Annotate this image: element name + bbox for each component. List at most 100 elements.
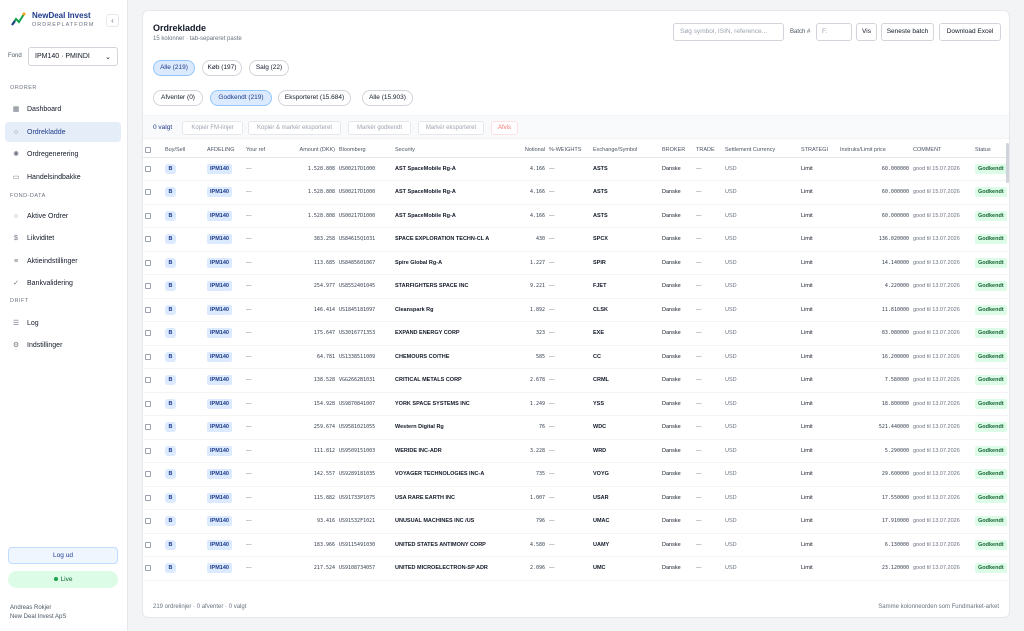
cell-trade: — bbox=[694, 415, 723, 440]
select-all-checkbox[interactable] bbox=[145, 146, 151, 153]
column-header[interactable]: AFDELING bbox=[205, 143, 244, 158]
status-value: Godkendt bbox=[975, 281, 1007, 292]
vis-button[interactable]: Vis bbox=[856, 23, 877, 41]
column-header[interactable]: STRATEGI bbox=[799, 143, 838, 158]
table-row[interactable]: B IPM140 — 138.528 VGG2662B1031 CRITICAL META… bbox=[143, 368, 1009, 393]
table-row[interactable]: B IPM140 — 383.258 US84615Q1031 SPACE EXPLORA… bbox=[143, 227, 1009, 252]
row-checkbox[interactable] bbox=[145, 494, 151, 501]
cell-bbg: US9581021055 bbox=[337, 415, 393, 440]
search-input[interactable]: Søg symbol, ISIN, reference... bbox=[673, 23, 784, 41]
user-info: Andreas Rokjer New Deal Invest ApS bbox=[10, 604, 66, 622]
table-row[interactable]: B IPM140 — 175.647 US3016771353 EXPAND ENERGY… bbox=[143, 321, 1009, 346]
table-row[interactable]: B IPM140 — 64.781 US1338511009 CHEMOURS CO/TH… bbox=[143, 345, 1009, 369]
cell-ref: — bbox=[244, 298, 284, 322]
mark-approved-button[interactable]: Markér godkendt bbox=[348, 121, 411, 135]
sidebar-item-likviditet[interactable]: $ Likviditet bbox=[5, 228, 121, 248]
table-row[interactable]: B IPM140 — 113.685 US8485601067 Spire Global … bbox=[143, 251, 1009, 275]
reject-button[interactable]: Afvis bbox=[491, 121, 518, 135]
status-filter-0[interactable]: Afventer (0) bbox=[153, 90, 203, 106]
column-header[interactable]: Amount (DKK) bbox=[284, 143, 337, 158]
column-header[interactable]: Exchange/Symbol bbox=[591, 143, 660, 158]
column-header[interactable]: COMMENT bbox=[911, 143, 973, 158]
row-checkbox[interactable] bbox=[145, 518, 151, 525]
sidebar-item-handelsindbakke[interactable]: ▭ Handelsindbakke bbox=[5, 167, 121, 187]
table-row[interactable]: B IPM140 — 1.528.808 US00217D1000 AST SpaceMo… bbox=[143, 180, 1009, 205]
logout-button[interactable]: Log ud bbox=[8, 547, 118, 564]
table-row[interactable]: B IPM140 — 183.966 US9115491030 UNITED STATES… bbox=[143, 533, 1009, 557]
column-header[interactable]: Your ref bbox=[244, 143, 284, 158]
cell-sym: USAR bbox=[591, 486, 660, 510]
table-row[interactable]: B IPM140 — 115.882 US91733P1075 USA RARE EART… bbox=[143, 486, 1009, 510]
cell-status: Godkendt bbox=[973, 439, 1009, 463]
table-row[interactable]: B IPM140 — 146.414 US1845181097 Cleanspark Rg… bbox=[143, 298, 1009, 322]
sidebar-item-aktieindstillinger[interactable]: ≡ Aktieindstillinger bbox=[5, 251, 121, 271]
batch-input[interactable]: F. bbox=[816, 23, 852, 41]
sidebar-item-dashboard[interactable]: ▦ Dashboard bbox=[5, 99, 121, 119]
column-header[interactable]: Bloomberg bbox=[337, 143, 393, 158]
sym-value: CLSK bbox=[593, 306, 608, 313]
row-checkbox[interactable] bbox=[145, 189, 151, 196]
side-filter-1[interactable]: Køb (197) bbox=[202, 60, 242, 76]
row-checkbox[interactable] bbox=[145, 165, 151, 172]
row-checkbox[interactable] bbox=[145, 353, 151, 360]
sidebar-item-ordregenerering[interactable]: ✺ Ordregenerering bbox=[5, 144, 121, 164]
download-excel-button[interactable]: Download Excel bbox=[939, 23, 1001, 41]
table-row[interactable]: B IPM140 — 111.812 US9509151003 WERIDE INC-AD… bbox=[143, 439, 1009, 463]
copy-mark-exported-button[interactable]: Kopiér & markér eksporteret bbox=[248, 121, 341, 135]
table-row[interactable]: B IPM140 — 154.928 US9870841007 YORK SPACE SY… bbox=[143, 392, 1009, 416]
cell-ref: — bbox=[244, 509, 284, 534]
sym-value: CRML bbox=[593, 377, 609, 384]
table-row[interactable]: B IPM140 — 1.528.808 US00217D1000 AST SpaceMo… bbox=[143, 157, 1009, 181]
side-filter-2[interactable]: Salg (22) bbox=[249, 60, 289, 76]
row-checkbox[interactable] bbox=[145, 236, 151, 243]
row-checkbox[interactable] bbox=[145, 330, 151, 337]
sidebar-item-bankvalidering[interactable]: ✓ Bankvalidering bbox=[5, 273, 121, 293]
status-filter-1[interactable]: Godkendt (219) bbox=[210, 90, 272, 106]
row-checkbox[interactable] bbox=[145, 306, 151, 313]
row-checkbox[interactable] bbox=[145, 541, 151, 548]
table-row[interactable]: B IPM140 — 254.977 US8552401045 STARFIGHTERS … bbox=[143, 274, 1009, 299]
side-filter-0[interactable]: Alle (219) bbox=[153, 60, 195, 76]
row-checkbox[interactable] bbox=[145, 283, 151, 290]
column-header[interactable]: %-WEIGHTS bbox=[547, 143, 591, 158]
row-checkbox[interactable] bbox=[145, 377, 151, 384]
column-header[interactable]: Status bbox=[973, 143, 1009, 158]
row-checkbox[interactable] bbox=[145, 471, 151, 478]
sidebar-item-ordrekladde[interactable]: ○ Ordrekladde bbox=[5, 122, 121, 142]
sidebar-item-aktive-ordrer[interactable]: ○ Aktive Ordrer bbox=[5, 206, 121, 226]
table-row[interactable]: B IPM140 — 1.528.808 US00217D1000 AST SpaceMo… bbox=[143, 204, 1009, 228]
column-header[interactable]: Instruks/Limit price bbox=[838, 143, 911, 158]
row-checkbox[interactable] bbox=[145, 447, 151, 454]
strat-value: Limit bbox=[801, 283, 813, 290]
strat-value: Limit bbox=[801, 259, 813, 266]
status-filter-2[interactable]: Eksporteret (15.684) bbox=[278, 90, 351, 106]
cell-status: Godkendt bbox=[973, 321, 1009, 346]
status-filter-3[interactable]: Alle (15.903) bbox=[362, 90, 413, 106]
row-checkbox[interactable] bbox=[145, 424, 151, 431]
row-checkbox[interactable] bbox=[145, 259, 151, 266]
trade-value: — bbox=[696, 541, 702, 548]
collapse-sidebar-button[interactable]: ‹ bbox=[106, 14, 119, 27]
mark-exported-button[interactable]: Markér eksporteret bbox=[418, 121, 484, 135]
row-checkbox[interactable] bbox=[145, 212, 151, 219]
column-header[interactable]: TRADE bbox=[694, 143, 723, 158]
table-row[interactable]: B IPM140 — 142.557 US9289181035 VOYAGER TECHN… bbox=[143, 462, 1009, 487]
latest-batch-button[interactable]: Seneste batch bbox=[881, 23, 934, 41]
table-scrollbar[interactable] bbox=[1006, 143, 1009, 183]
weights-value: — bbox=[549, 189, 555, 196]
copy-fm-button[interactable]: Kopiér FM-linjer bbox=[182, 121, 243, 135]
column-header[interactable]: Buy/Sell bbox=[163, 143, 205, 158]
row-checkbox[interactable] bbox=[145, 565, 151, 572]
row-checkbox[interactable] bbox=[145, 400, 151, 407]
table-row[interactable]: B IPM140 — 217.524 US9108734057 UNITED MICROE… bbox=[143, 556, 1009, 581]
sidebar-item-indstillinger[interactable]: ⚙ Indstillinger bbox=[5, 335, 121, 355]
cell-ccy: USD bbox=[723, 486, 799, 510]
column-header[interactable]: BROKER bbox=[660, 143, 694, 158]
fond-select[interactable]: IPM140 · PMINDI ⌄ bbox=[28, 47, 118, 66]
column-header[interactable]: Security bbox=[393, 143, 507, 158]
sidebar-item-log[interactable]: ☰ Log bbox=[5, 313, 121, 333]
table-row[interactable]: B IPM140 — 93.416 US91532F1021 UNUSUAL MACHIN… bbox=[143, 509, 1009, 534]
column-header[interactable]: Notional bbox=[507, 143, 547, 158]
table-row[interactable]: B IPM140 — 259.674 US9581021055 Western Digit… bbox=[143, 415, 1009, 440]
column-header[interactable]: Settlement Currency bbox=[723, 143, 799, 158]
